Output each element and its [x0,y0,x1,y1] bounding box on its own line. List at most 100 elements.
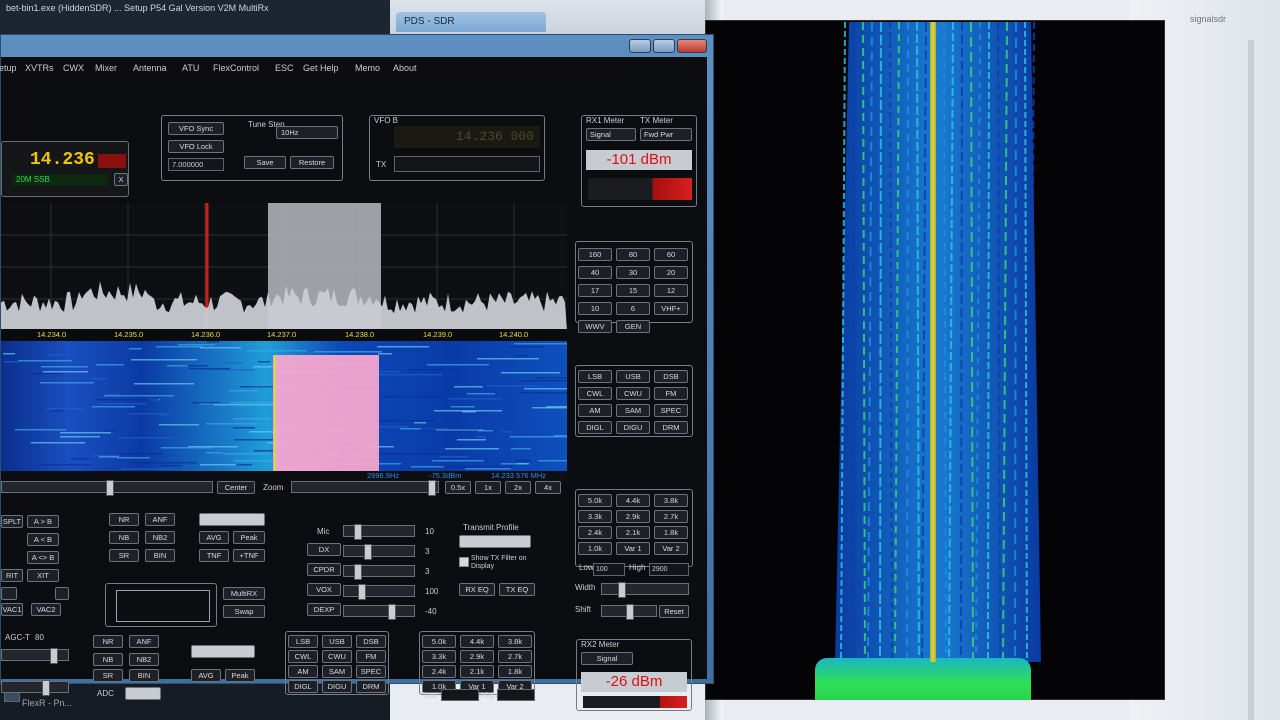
bin-button[interactable]: BIN [145,549,175,562]
filter-button[interactable]: 1.8k [654,526,688,539]
maximize-button[interactable] [653,39,675,53]
menu-item-antenna[interactable]: Antenna [133,63,167,73]
menu-item-memo[interactable]: Memo [355,63,380,73]
background-window-title[interactable]: PDS - SDR [396,12,546,32]
zoom-slider[interactable] [291,480,439,496]
xit-value-field[interactable] [55,587,69,600]
filter-button[interactable]: 1.0k [578,542,612,555]
filter-button[interactable]: 2.4k [578,526,612,539]
add-tnf-button[interactable]: +TNF [233,549,265,562]
menu-item-mixer[interactable]: Mixer [95,63,117,73]
rx2-mode-button[interactable]: SPEC [356,665,386,678]
rx2-anf-button[interactable]: ANF [129,635,159,648]
show-tx-filter-checkbox[interactable] [459,557,469,567]
band-button[interactable]: 6 [616,302,650,315]
adc-select[interactable] [125,687,161,700]
waterfall-display[interactable] [1,341,567,471]
avg-button[interactable]: AVG [199,531,229,544]
rx2-sr-button[interactable]: SR [93,669,123,682]
band-button[interactable]: 160 [578,248,612,261]
rx2-filter-button[interactable]: 2.1k [460,665,494,678]
rit-button[interactable]: RIT [1,569,23,582]
xit-button[interactable]: XIT [27,569,59,582]
transmit-profile-select[interactable] [459,535,531,548]
band-button[interactable]: 15 [616,284,650,297]
cpdr-slider[interactable] [343,564,415,580]
mode-button[interactable]: DSB [654,370,688,383]
vac2-button[interactable]: VAC2 [31,603,61,616]
memory-frequency-field[interactable]: 7.000000 [168,158,224,171]
rx2-nr-button[interactable]: NR [93,635,123,648]
filter-high-field[interactable]: 2900 [649,563,689,576]
rx2-bin-button[interactable]: BIN [129,669,159,682]
rx2-peak-button[interactable]: Peak [225,669,255,682]
slider-thumb[interactable] [618,582,626,598]
rx2-mode-button[interactable]: CWL [288,650,318,663]
rx-eq-button[interactable]: RX EQ [459,583,495,596]
rx2-mode-button[interactable]: LSB [288,635,318,648]
vfo-b-frequency[interactable]: 14.236 000 [394,126,540,148]
slider-thumb[interactable] [364,544,372,560]
tx-eq-button[interactable]: TX EQ [499,583,535,596]
tx-meter-mode-select[interactable]: Fwd Pwr [640,128,692,141]
rx-meter-mode-select[interactable]: Signal [586,128,636,141]
filter-button[interactable]: 4.4k [616,494,650,507]
menu-item-cwx[interactable]: CWX [63,63,84,73]
zoom-1x-button[interactable]: 1x [475,481,501,494]
nb2-button[interactable]: NB2 [145,531,175,544]
mode-button[interactable]: DIGL [578,421,612,434]
slider-thumb[interactable] [358,584,366,600]
anf-button[interactable]: ANF [145,513,175,526]
panadapter-display[interactable] [1,203,567,331]
band-button[interactable]: GEN [616,320,650,333]
slider-thumb[interactable] [626,604,634,620]
rx2-filter-button[interactable]: 2.7k [498,650,532,663]
save-button[interactable]: Save [244,156,286,169]
mode-button[interactable]: DRM [654,421,688,434]
menu-item-atu[interactable]: ATU [182,63,199,73]
mode-button[interactable]: CWU [616,387,650,400]
band-button[interactable]: 40 [578,266,612,279]
rx2-mode-button[interactable]: USB [322,635,352,648]
vfo-lock-button[interactable]: VFO Lock [168,140,224,153]
vfo-a-tx-toggle[interactable]: X [114,173,128,186]
band-button[interactable]: WWV [578,320,612,333]
mode-button[interactable]: SPEC [654,404,688,417]
filter-reset-button[interactable]: Reset [659,605,689,618]
menu-item-esc[interactable]: ESC [275,63,294,73]
menu-item-about[interactable]: About [393,63,417,73]
rx2-nb-button[interactable]: NB [93,653,123,666]
rx2-filter-button[interactable]: 2.9k [460,650,494,663]
zoom-4x-button[interactable]: 4x [535,481,561,494]
multirx-button[interactable]: MultiRX [223,587,265,600]
filter-button[interactable]: 5.0k [578,494,612,507]
rx2-avg-button[interactable]: AVG [191,669,221,682]
rx2-filter-button[interactable]: 2.4k [422,665,456,678]
nr-button[interactable]: NR [109,513,139,526]
mode-button[interactable]: CWL [578,387,612,400]
dx-slider[interactable] [343,544,415,560]
zoom-2x-button[interactable]: 2x [505,481,531,494]
tune-step-select[interactable]: 10Hz [276,126,338,139]
rx2-meter-mode-select[interactable]: Signal [581,652,633,665]
rx2-mode-button[interactable]: DSB [356,635,386,648]
rx2-display-select[interactable] [191,645,255,658]
a-to-b-button[interactable]: A > B [27,515,59,528]
rx2-mode-button[interactable]: DRM [356,680,386,693]
mic-slider[interactable] [343,524,415,540]
filter-button[interactable]: 3.3k [578,510,612,523]
a-swap-b-button[interactable]: A <> B [27,551,59,564]
filter-button[interactable]: 3.8k [654,494,688,507]
slider-thumb[interactable] [354,564,362,580]
vac1-button[interactable]: VAC1 [1,603,23,616]
cpdr-button[interactable]: CPDR [307,563,341,576]
mode-button[interactable]: LSB [578,370,612,383]
dexp-button[interactable]: DEXP [307,603,341,616]
rx2-filter-button[interactable]: 5.0k [422,635,456,648]
display-mode-select[interactable] [199,513,265,526]
peak-button[interactable]: Peak [233,531,265,544]
center-button[interactable]: Center [217,481,255,494]
mode-button[interactable]: SAM [616,404,650,417]
filter-button[interactable]: Var 2 [654,542,688,555]
vfo-sync-button[interactable]: VFO Sync [168,122,224,135]
